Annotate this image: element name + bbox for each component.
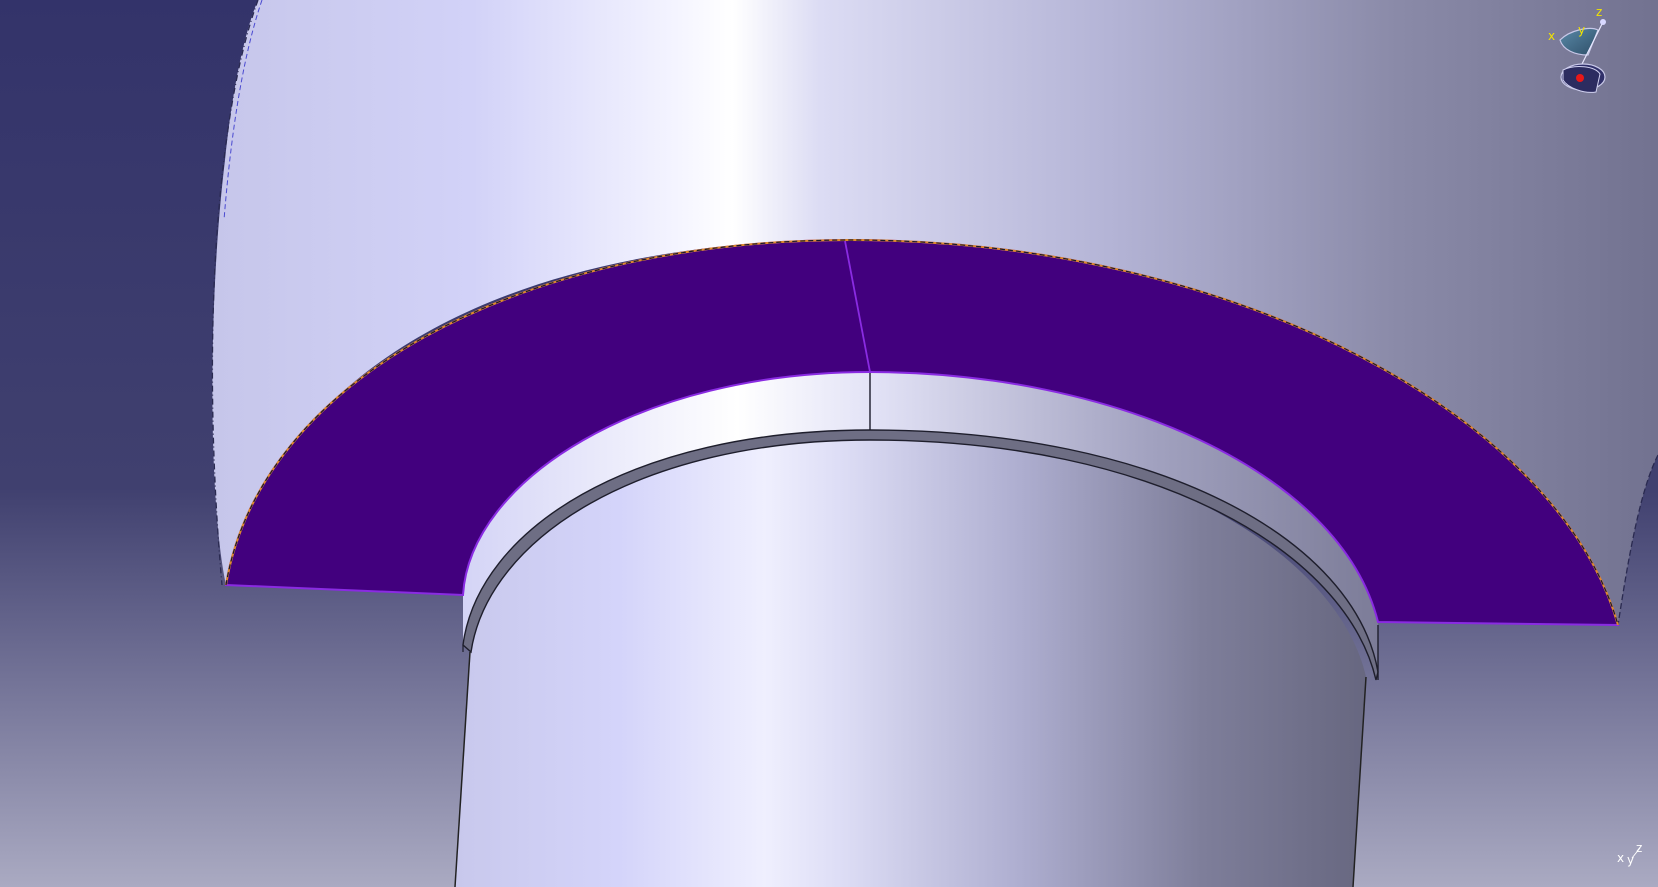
compass-x-label: x <box>1548 29 1555 43</box>
mini-axis-z-label: z <box>1636 841 1642 855</box>
3d-viewport[interactable]: x y z x y z <box>0 0 1658 887</box>
compass-y-label: y <box>1578 23 1585 37</box>
mini-axis-x-label: x <box>1617 851 1624 865</box>
compass-z-label: z <box>1596 5 1602 19</box>
mini-axis-y-label: y <box>1627 853 1634 867</box>
model-scene[interactable]: x y z x y z <box>0 0 1658 887</box>
